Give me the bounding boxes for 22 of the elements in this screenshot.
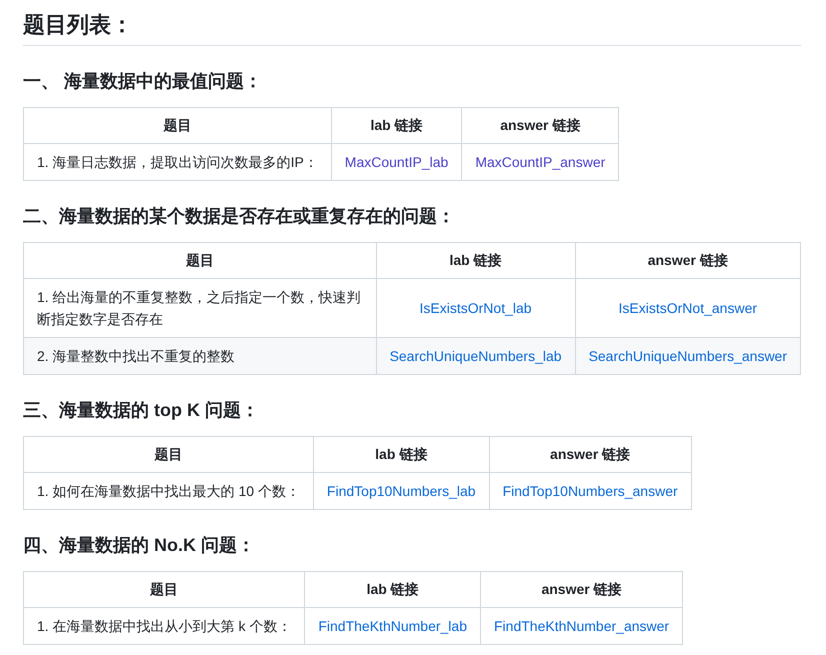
column-header: 题目 [24, 572, 305, 608]
table-cell: 1. 在海量数据中找出从小到大第 k 个数： [24, 608, 305, 644]
table-cell: 2. 海量整数中找出不重复的整数 [24, 338, 376, 374]
column-header: 题目 [24, 242, 376, 278]
table-cell: 1. 如何在海量数据中找出最大的 10 个数： [24, 472, 314, 510]
table-cell: 1. 海量日志数据，提取出访问次数最多的IP： [24, 144, 332, 180]
section-heading: 四、海量数据的 No.K 问题： [23, 534, 256, 557]
link[interactable]: IsExistsOrNot_lab [420, 300, 532, 316]
column-header: lab 链接 [376, 242, 576, 278]
column-header: lab 链接 [313, 436, 490, 472]
page-title: 题目列表： [23, 10, 801, 46]
column-header: 题目 [24, 436, 314, 472]
column-header: answer 链接 [489, 436, 692, 472]
column-header: 题目 [24, 108, 332, 144]
section-heading: 一、 海量数据中的最值问题： [23, 70, 264, 93]
column-header: answer 链接 [575, 242, 800, 278]
column-header: answer 链接 [462, 108, 619, 144]
link[interactable]: IsExistsOrNot_answer [618, 300, 758, 316]
section-heading: 三、海量数据的 top K 问题： [23, 399, 260, 422]
column-header: lab 链接 [304, 572, 480, 608]
column-header: answer 链接 [480, 572, 683, 608]
section-heading: 二、海量数据的某个数据是否存在或重复存在的问题： [23, 205, 456, 228]
